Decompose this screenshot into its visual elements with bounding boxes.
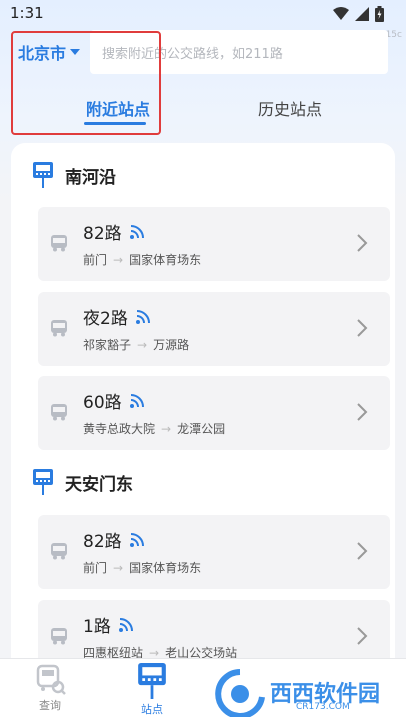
tab-nearby-stops[interactable]: 附近站点 — [86, 96, 150, 120]
bus-stop-sign-icon — [33, 162, 53, 188]
route-from: 祁家豁子 — [83, 338, 132, 352]
site-watermark-logo: 西西软件园 CR173.COM — [210, 662, 406, 722]
nearby-stops-card: 南河沿 82路 前门 → 国家体育场东 夜2路 祁家豁子 → 万源路 60路 黄… — [11, 143, 395, 683]
route-number: 夜2路 — [83, 309, 128, 329]
route-to: 国家体育场东 — [129, 253, 202, 267]
arrow-right-icon: → — [113, 252, 124, 267]
bus-stop-sign-icon — [138, 663, 166, 699]
route-to: 国家体育场东 — [129, 561, 202, 575]
bus-icon — [51, 404, 67, 421]
city-selector[interactable]: 北京市 — [10, 40, 90, 64]
chevron-right-icon — [357, 542, 368, 560]
tab-active-indicator — [84, 122, 146, 125]
route-from: 前门 — [83, 253, 108, 267]
stop-name: 南河沿 — [65, 167, 116, 188]
route-number: 60路 — [83, 393, 122, 413]
bus-icon — [51, 628, 67, 645]
route-number-wrap: 夜2路 — [83, 304, 150, 329]
realtime-signal-icon — [118, 617, 133, 632]
search-row: 北京市 搜索附近的公交路线，如211路 — [10, 30, 388, 74]
watermark-logo-icon — [215, 669, 265, 717]
tab-history-stops[interactable]: 历史站点 — [258, 96, 322, 120]
route-number: 1路 — [83, 617, 111, 637]
watermark-logo-sub: CR173.COM — [296, 702, 350, 712]
chevron-right-icon — [357, 627, 368, 645]
bus-icon — [51, 320, 67, 337]
route-row[interactable]: 82路 前门 → 国家体育场东 — [38, 207, 390, 281]
stop-header: 南河沿 — [33, 162, 116, 188]
realtime-signal-icon — [129, 393, 144, 408]
bus-icon — [51, 543, 67, 560]
search-placeholder: 搜索附近的公交路线，如211路 — [102, 46, 283, 62]
wifi-icon — [333, 7, 349, 20]
signal-icon — [355, 7, 369, 21]
route-row[interactable]: 60路 黄寺总政大院 → 龙潭公园 — [38, 376, 390, 450]
route-from: 黄寺总政大院 — [83, 422, 156, 436]
realtime-signal-icon — [135, 309, 150, 324]
nav-stops[interactable]: 站点 — [122, 663, 182, 717]
route-direction: 祁家豁子 → 万源路 — [83, 336, 189, 353]
nav-stops-label: 站点 — [141, 703, 163, 716]
route-row[interactable]: 82路 前门 → 国家体育场东 — [38, 515, 390, 589]
status-time: 1:31 — [10, 4, 44, 22]
route-direction: 黄寺总政大院 → 龙潭公园 — [83, 420, 225, 437]
tab-bar: 附近站点 历史站点 — [0, 84, 406, 136]
realtime-signal-icon — [129, 224, 144, 239]
nav-query[interactable]: 查询 — [20, 663, 80, 713]
route-to: 万源路 — [153, 338, 190, 352]
status-icons — [333, 6, 384, 22]
status-bar: 1:31 — [0, 0, 406, 28]
search-input[interactable]: 搜索附近的公交路线，如211路 — [90, 30, 388, 74]
stop-header: 天安门东 — [33, 469, 133, 495]
route-from: 前门 — [83, 561, 108, 575]
route-row[interactable]: 夜2路 祁家豁子 → 万源路 — [38, 292, 390, 366]
arrow-right-icon: → — [161, 421, 172, 436]
route-number: 82路 — [83, 224, 122, 244]
route-to: 龙潭公园 — [177, 422, 226, 436]
city-name: 北京市 — [18, 44, 67, 63]
bus-stop-sign-icon — [33, 469, 53, 495]
caret-down-icon — [70, 49, 81, 55]
chevron-right-icon — [357, 234, 368, 252]
route-number-wrap: 1路 — [83, 612, 133, 637]
route-number: 82路 — [83, 532, 122, 552]
chevron-right-icon — [357, 319, 368, 337]
route-search-icon — [36, 664, 66, 695]
nav-query-label: 查询 — [39, 699, 61, 712]
bus-icon — [51, 235, 67, 252]
arrow-right-icon: → — [137, 337, 148, 352]
stop-name: 天安门东 — [65, 474, 133, 495]
route-direction: 前门 → 国家体育场东 — [83, 559, 201, 576]
route-number-wrap: 82路 — [83, 219, 144, 244]
route-number-wrap: 82路 — [83, 527, 144, 552]
battery-icon — [375, 6, 384, 22]
route-number-wrap: 60路 — [83, 388, 144, 413]
route-direction: 前门 → 国家体育场东 — [83, 251, 201, 268]
realtime-signal-icon — [129, 532, 144, 547]
arrow-right-icon: → — [113, 560, 124, 575]
chevron-right-icon — [357, 403, 368, 421]
